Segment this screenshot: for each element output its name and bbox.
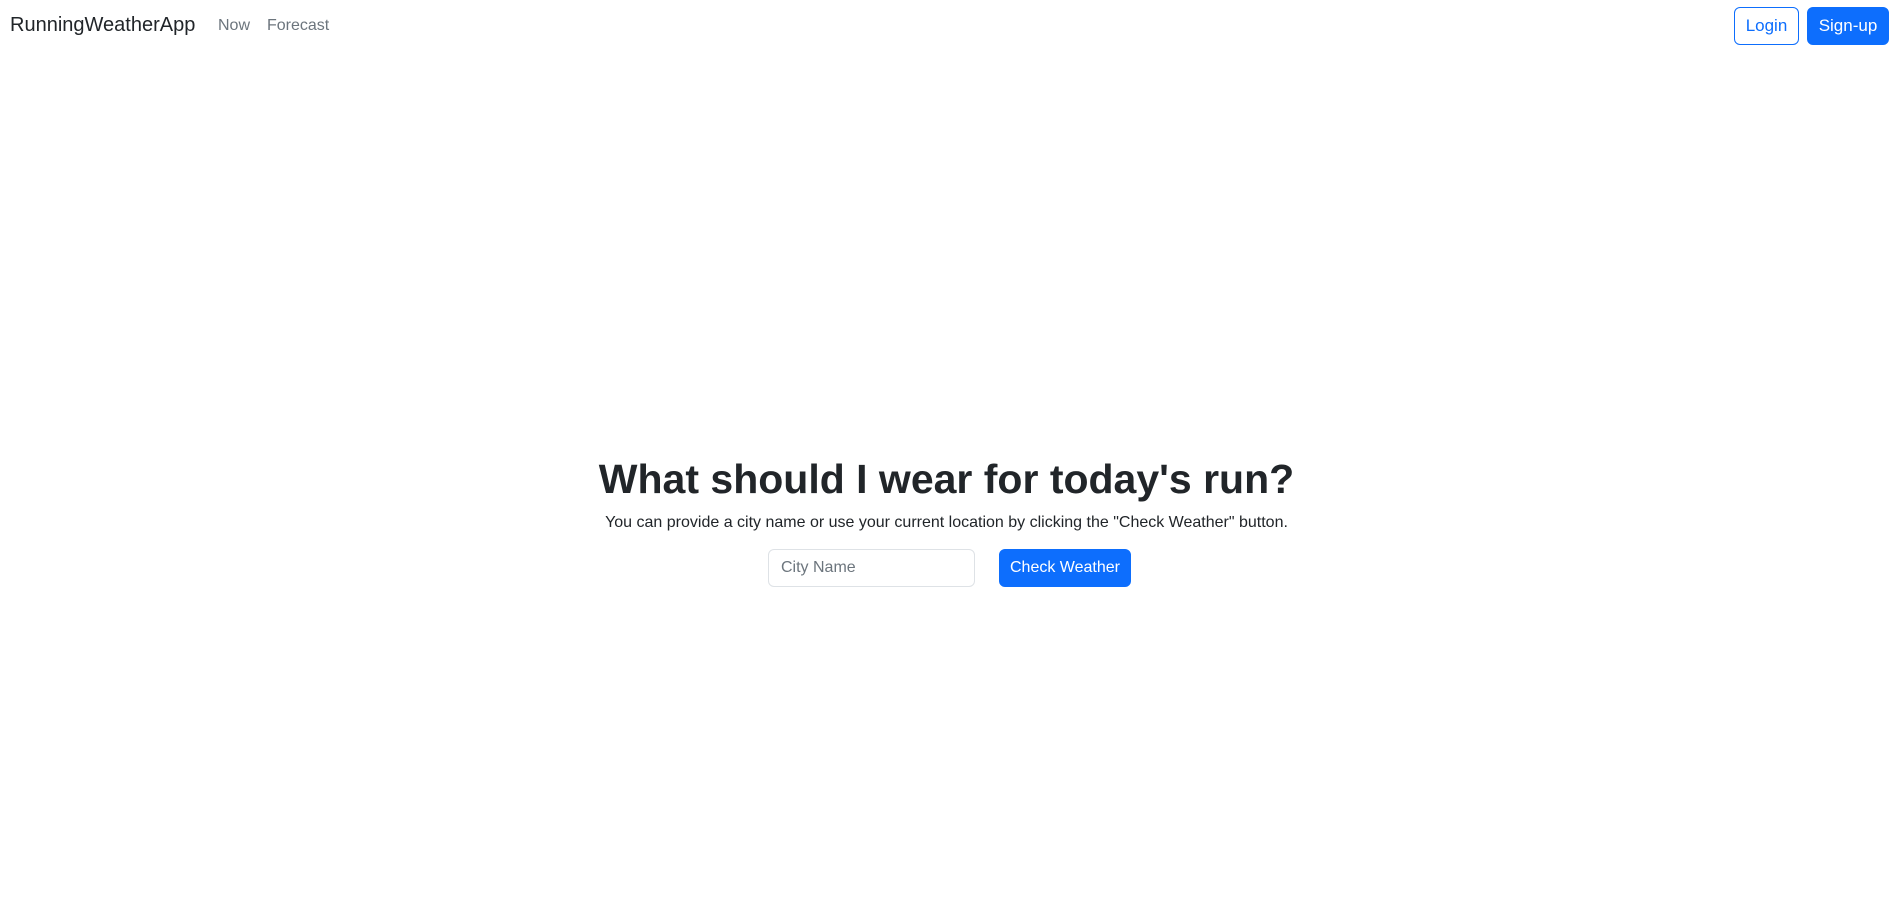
nav-link-now[interactable]: Now (218, 17, 250, 35)
navbar: RunningWeatherApp Now Forecast Login Sig… (0, 0, 1893, 54)
signup-button[interactable]: Sign-up (1807, 7, 1889, 45)
nav-link-forecast[interactable]: Forecast (267, 17, 329, 35)
hero-section: What should I wear for today's run? You … (0, 450, 1893, 534)
search-form: Check Weather (0, 549, 1893, 589)
login-button[interactable]: Login (1734, 7, 1799, 45)
page-title: What should I wear for today's run? (598, 456, 1295, 502)
city-name-input[interactable] (768, 549, 975, 587)
brand-link[interactable]: RunningWeatherApp (10, 14, 195, 37)
check-weather-button[interactable]: Check Weather (999, 549, 1131, 587)
page-subtitle: You can provide a city name or use your … (605, 514, 1288, 531)
